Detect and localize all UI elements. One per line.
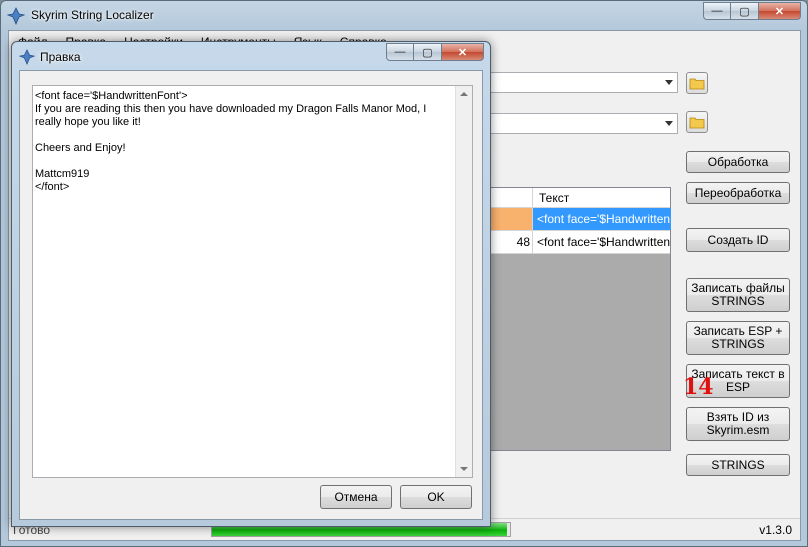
folder-icon [689,78,705,90]
chevron-down-icon [665,121,673,126]
chevron-down-icon [665,80,673,85]
scroll-up-icon[interactable] [460,92,468,96]
browse-source-button[interactable] [686,72,708,94]
annotation-number: 14 [683,374,714,400]
row-text-cell[interactable]: <font face='$HandwrittenF... [532,231,671,253]
column-header-text[interactable]: Текст [532,188,575,208]
strings-button[interactable]: STRINGS [686,454,790,476]
create-id-button[interactable]: Создать ID [686,228,790,252]
table-row[interactable]: 48 <font face='$HandwrittenF... [486,231,671,254]
table-row[interactable]: <font face='$HandwrittenF... [486,208,671,231]
row-id-cell[interactable]: 48 [486,231,532,253]
get-id-skyrim-button[interactable]: Взять ID из Skyrim.esm [686,407,790,441]
close-icon: ✕ [457,46,468,59]
write-esp-strings-button[interactable]: Записать ESP + STRINGS [686,321,790,355]
process-button[interactable]: Обработка [686,151,790,173]
close-icon: ✕ [774,5,785,18]
edit-text[interactable]: <font face='$HandwrittenFont'> If you ar… [35,90,453,474]
dialog-client: <font face='$HandwrittenFont'> If you ar… [19,70,483,520]
edit-dialog: Правка — ▢ ✕ <font face='$HandwrittenFon… [11,41,491,527]
app-icon [7,7,25,25]
minimize-icon: — [394,46,406,58]
minimize-icon: — [711,5,723,17]
dialog-minimize-button[interactable]: — [386,43,414,61]
dialog-title: Правка [40,50,81,64]
close-button[interactable]: ✕ [759,2,801,20]
grid-header: Текст [486,188,670,208]
app-title: Skyrim String Localizer [31,8,154,22]
vertical-scrollbar[interactable] [455,86,472,477]
dialog-app-icon [19,49,35,65]
edit-textarea[interactable]: <font face='$HandwrittenFont'> If you ar… [32,85,473,478]
dialog-titlebar[interactable]: Правка — ▢ ✕ [12,42,490,70]
maximize-icon: ▢ [739,5,750,18]
dialog-close-button[interactable]: ✕ [442,43,484,61]
main-titlebar[interactable]: Skyrim String Localizer — ▢ ✕ [1,1,807,31]
minimize-button[interactable]: — [703,2,731,20]
ok-button[interactable]: OK [400,485,472,509]
scroll-down-icon[interactable] [460,467,468,471]
maximize-icon: ▢ [422,46,433,59]
maximize-button[interactable]: ▢ [731,2,759,20]
reprocess-button[interactable]: Переобработка [686,182,790,204]
main-caption-buttons: — ▢ ✕ [703,2,801,20]
folder-icon [689,117,705,129]
row-text-cell[interactable]: <font face='$HandwrittenF... [532,208,671,230]
write-strings-button[interactable]: Записать файлы STRINGS [686,278,790,312]
dialog-maximize-button[interactable]: ▢ [414,43,442,61]
dialog-caption-buttons: — ▢ ✕ [386,43,484,61]
version-label: v1.3.0 [759,523,792,537]
cancel-button[interactable]: Отмена [320,485,392,509]
browse-target-button[interactable] [686,111,708,133]
strings-grid[interactable]: Текст <font face='$HandwrittenF... 48 <f… [485,187,671,451]
row-id-cell[interactable] [486,208,532,230]
